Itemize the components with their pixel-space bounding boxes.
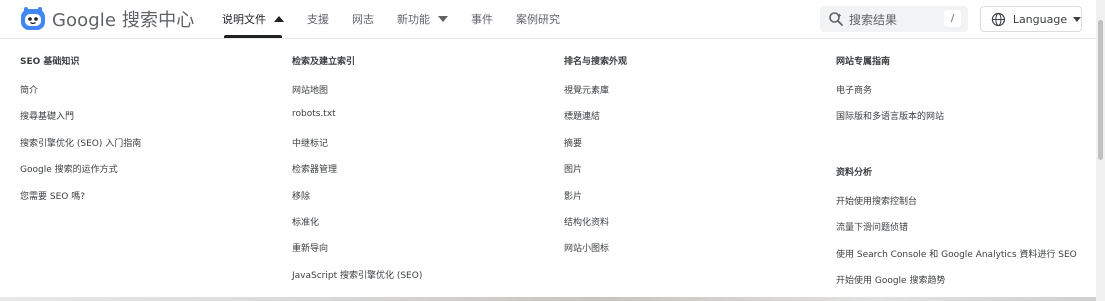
menu-link[interactable]: 搜索引擎优化 (SEO) 入门指南 [20,136,141,149]
main-nav: 说明文件 支援 网志 新功能 事件 案例研究 [222,0,583,38]
menu-link[interactable]: 图片 [564,162,582,175]
nav-documentation-label: 说明文件 [222,13,266,26]
menu-link[interactable]: 电子商务 [836,83,872,96]
menu-link[interactable]: 检索器管理 [292,162,337,175]
search-shortcut-key: / [944,10,961,27]
nav-events[interactable]: 事件 [471,0,493,38]
menu-link[interactable]: 重新导向 [292,241,328,254]
menu-link[interactable]: 网站地图 [292,83,328,96]
menu-link[interactable]: robots.txt [292,109,336,119]
language-selector[interactable]: Language [980,6,1082,32]
menu-link[interactable]: 影片 [564,189,582,202]
menu-link[interactable]: JavaScript 搜索引擎优化 (SEO) [292,268,422,281]
search-box[interactable]: 搜索结果 / [820,6,968,32]
page: Google 搜索中心 说明文件 支援 网志 新功能 事件 案例研究 搜索结果 … [0,0,1105,301]
nav-case-studies-label: 案例研究 [516,13,560,26]
menu-link[interactable]: 流量下滑问题侦错 [836,220,908,233]
nav-support[interactable]: 支援 [307,0,329,38]
nav-whats-new-label: 新功能 [397,13,430,26]
menu-link[interactable]: 标准化 [292,215,319,228]
menu-link[interactable]: 结构化资料 [564,215,609,228]
nav-whats-new[interactable]: 新功能 [397,0,448,38]
globe-icon [991,12,1006,26]
menu-link[interactable]: 移除 [292,189,310,202]
column-title-analytics: 资料分析 [836,168,873,178]
column-title: 排名与搜索外观 [564,57,628,67]
documentation-mega-menu: SEO 基础知识 简介 搜尋基礎入門 搜索引擎优化 (SEO) 入门指南 Goo… [0,39,1096,301]
menu-link[interactable]: 中继标记 [292,136,328,149]
caret-up-icon [274,16,284,22]
site-title: Google 搜索中心 [52,10,195,31]
nav-events-label: 事件 [471,13,493,26]
column-title: 检索及建立索引 [292,57,356,67]
caret-down-icon [438,16,448,22]
nav-documentation[interactable]: 说明文件 [222,0,284,38]
menu-link[interactable]: 您需要 SEO 嗎? [20,189,85,202]
menu-link[interactable]: 开始使用 Google 搜索趋势 [836,273,945,286]
nav-blog-label: 网志 [352,13,374,26]
menu-link[interactable]: 简介 [20,83,38,96]
menu-link[interactable]: 使用 Search Console 和 Google Analytics 資料进… [836,247,1077,260]
menu-link[interactable]: Google 搜索的运作方式 [20,162,118,175]
column-title: SEO 基础知识 [20,57,80,67]
menu-link[interactable]: 摘要 [564,136,582,149]
search-central-logo-icon [21,7,45,30]
nav-case-studies[interactable]: 案例研究 [516,0,560,38]
menu-link[interactable]: 標題連結 [564,109,600,122]
search-icon [829,12,843,26]
language-label: Language [1012,12,1068,26]
menu-link[interactable]: 开始使用搜索控制台 [836,194,917,207]
menu-link[interactable]: 視覺元素庫 [564,83,609,96]
scrollbar-thumb[interactable] [1098,20,1103,160]
chevron-down-icon [1073,16,1081,22]
menu-link[interactable]: 国际版和多语言版本的网站 [836,109,944,122]
top-navigation-bar: Google 搜索中心 说明文件 支援 网志 新功能 事件 案例研究 搜索结果 … [0,0,1096,39]
nav-support-label: 支援 [307,13,329,26]
search-placeholder: 搜索结果 [849,12,898,27]
nav-blog[interactable]: 网志 [352,0,374,38]
menu-link[interactable]: 网站小图标 [564,241,609,254]
page-content-edge [0,297,1096,301]
menu-link[interactable]: 搜尋基礎入門 [20,109,74,122]
site-logo[interactable]: Google 搜索中心 [20,6,194,32]
column-title: 网站专属指南 [836,57,891,67]
